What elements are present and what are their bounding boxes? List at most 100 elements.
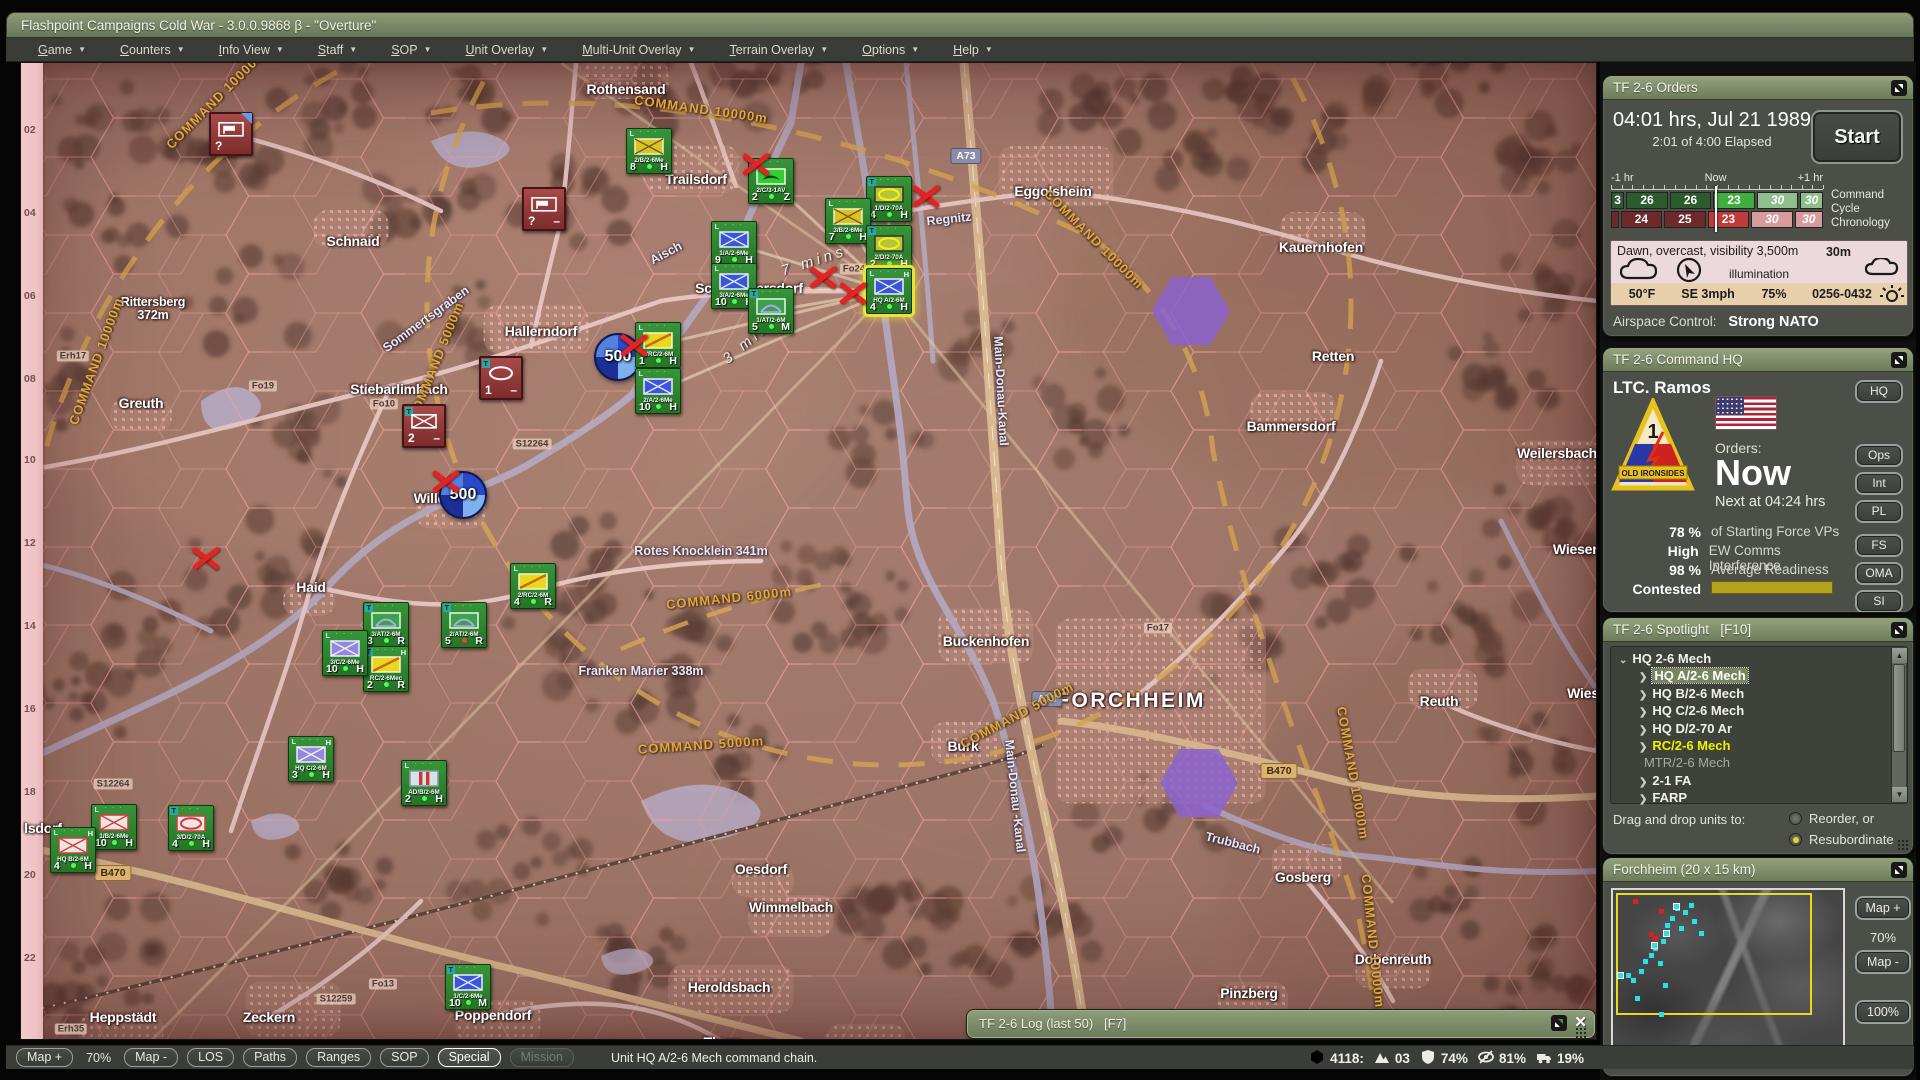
menu-item-options[interactable]: Options▼ [852, 41, 929, 59]
menu-item-counters[interactable]: Counters▼ [110, 41, 195, 59]
start-button[interactable]: Start [1811, 110, 1903, 164]
radio-icon[interactable] [1789, 812, 1802, 825]
tree-item-rc-2-6-mech[interactable]: ❯RC/2-6 Mech [1619, 737, 1907, 754]
los-button[interactable]: LOS [187, 1048, 234, 1067]
minimap-view-rectangle[interactable] [1616, 893, 1812, 1015]
log-panel[interactable]: TF 2-6 Log (last 50) [F7] ✕ [966, 1009, 1596, 1039]
panel-restore-icon[interactable] [1551, 1015, 1567, 1031]
sop-button[interactable]: SOP [380, 1048, 428, 1067]
resize-grip[interactable] [1575, 1027, 1587, 1039]
menu-item-multi-unit-overlay[interactable]: Multi-Unit Overlay▼ [572, 41, 705, 59]
spotlight-panel-header[interactable]: TF 2-6 Spotlight [F10] [1603, 618, 1913, 642]
hq-oma-button[interactable]: OMA [1855, 562, 1903, 585]
menu-item-staff[interactable]: Staff▼ [308, 41, 367, 59]
unit-counter-3-at-2-6m[interactable]: · · ·T3/AT/2-6M3R [363, 602, 409, 648]
unit-counter-3-c-2-6me[interactable]: · · ·L3/C/2-6Me10H [322, 630, 368, 676]
enemy-unit-counter[interactable]: T2– [402, 404, 446, 448]
unit-counter-ad-b-2-6m[interactable]: · · ·LAD/B/2-6M2H [401, 760, 447, 806]
orders-panel-header[interactable]: TF 2-6 Orders [1603, 76, 1913, 100]
map--button[interactable]: Map - [124, 1048, 178, 1067]
illumination-label: illumination [1729, 267, 1789, 281]
tree-chevron-icon[interactable]: ❯ [1639, 672, 1647, 683]
tree-chevron-icon[interactable]: ❯ [1639, 725, 1647, 736]
tree-chevron-icon[interactable]: ❯ [1639, 794, 1647, 805]
menu-item-game[interactable]: Game▼ [28, 41, 96, 59]
unit-counter-2-d-2-70a[interactable]: · · ·T2/D/2-70A2H [866, 225, 912, 271]
tree-chevron-icon[interactable]: ❯ [1639, 690, 1647, 701]
tree-item-hq-2-6-mech[interactable]: ⌄HQ 2-6 Mech [1619, 650, 1907, 667]
unit-counter-2-at-2-6m[interactable]: · · ·T2/AT/2-6M5R [441, 602, 487, 648]
minimap-enemy-dot [1649, 932, 1654, 937]
unit-counter-2-rc-2-6m[interactable]: · · ·L2/RC/2-6M4R [510, 563, 556, 609]
tree-chevron-icon[interactable]: ⌄ [1619, 655, 1627, 666]
scrollbar[interactable]: ▲ ▼ [1891, 648, 1906, 802]
hq-si-button[interactable]: SI [1855, 590, 1903, 613]
map-zoom-full-button[interactable]: 100% [1855, 1000, 1911, 1024]
panel-restore-icon[interactable] [1891, 862, 1907, 878]
menu-item-help[interactable]: Help▼ [943, 41, 1003, 59]
hq-ops-button[interactable]: Ops [1855, 444, 1903, 467]
tree-item-hq-c-2-6-mech[interactable]: ❯HQ C/2-6 Mech [1619, 702, 1907, 719]
map-overlay: RothensandTrailsdorfSchnaidEggolsheimKau… [21, 63, 1596, 1039]
map-viewport[interactable]: 0204060810121416182022 RothensandTrailsd… [20, 62, 1597, 1040]
tree-item-2-1-fa[interactable]: ❯2-1 FA [1619, 772, 1907, 789]
tree-chevron-icon[interactable]: ❯ [1639, 742, 1647, 753]
enemy-unit-counter[interactable]: T1– [479, 356, 523, 400]
menu-item-unit-overlay[interactable]: Unit Overlay▼ [456, 41, 559, 59]
enemy-cycle-cell: 30 [1751, 211, 1793, 228]
road-label: Fo19 [249, 381, 277, 392]
unit-counter-1-b-2-6me[interactable]: · · ·L1/B/2-6Me10H [91, 804, 137, 850]
unit-counter-2-a-2-6me[interactable]: · · ·L2/A/2-6Me10H [635, 368, 681, 414]
tree-item-hq-a-2-6-mech[interactable]: ❯HQ A/2-6 Mech [1619, 667, 1907, 684]
unit-counter-1-at-2-6m[interactable]: · · ·T1/AT/2-6M5M [748, 288, 794, 334]
radio-selected-icon[interactable] [1789, 833, 1802, 846]
tree-chevron-icon[interactable]: ❯ [1639, 707, 1647, 718]
map-zoom-in-button[interactable]: Map + [1855, 896, 1911, 920]
minimap[interactable] [1611, 888, 1845, 1068]
tree-item-hq-b-2-6-mech[interactable]: ❯HQ B/2-6 Mech [1619, 685, 1907, 702]
menu-item-info-view[interactable]: Info View▼ [209, 41, 294, 59]
unit-counter-1-c-2-6me[interactable]: · · ·T1/C/2-6Me10M [445, 964, 491, 1010]
paths-button[interactable]: Paths [243, 1048, 297, 1067]
place-label: Schnaid [326, 233, 379, 249]
menu-item-sop[interactable]: SOP▼ [381, 41, 441, 59]
tree-item-hq-d-2-70-ar[interactable]: ❯HQ D/2-70 Ar [1619, 720, 1907, 737]
special-button[interactable]: Special [438, 1048, 501, 1067]
minimap-panel-header[interactable]: Forchheim (20 x 15 km) [1603, 858, 1913, 882]
unit-counter-hq-c-2-6m[interactable]: · · ·LHHQ C/2-6M3H [288, 736, 334, 782]
unit-counter-1-a-2-6me[interactable]: · · ·L1/A/2-6Me9H [711, 221, 757, 267]
unit-counter-hq-b-2-6m[interactable]: · · ·LHHQ B/2-6M4H [50, 827, 96, 873]
unit-counter-1-d-2-70a[interactable]: · · ·T1/D/2-70A4H [866, 176, 912, 222]
enemy-unit-counter[interactable]: ? [209, 112, 253, 156]
radio-option[interactable]: Resubordinate [1789, 832, 1894, 847]
hq-pl-button[interactable]: PL [1855, 500, 1903, 523]
map-+-button[interactable]: Map + [16, 1048, 73, 1067]
scrollbar-thumb[interactable] [1893, 664, 1905, 752]
panel-restore-icon[interactable] [1891, 352, 1907, 368]
hq-int-button[interactable]: Int [1855, 472, 1903, 495]
scroll-down-icon[interactable]: ▼ [1892, 787, 1907, 802]
menu-item-terrain-overlay[interactable]: Terrain Overlay▼ [719, 41, 838, 59]
unit-counter-2-b-2-6me[interactable]: · · ·L2/B/2-6Me8H [626, 128, 672, 174]
hq-fs-button[interactable]: FS [1855, 534, 1903, 557]
tree-item-mtr-2-6-mech[interactable]: MTR/2-6 Mech [1619, 754, 1907, 771]
minimap-friendly-dot [1663, 983, 1668, 988]
map-zoom-out-button[interactable]: Map - [1855, 950, 1911, 974]
unit-counter-3-d-2-70a[interactable]: · · ·T3/D/2-70A4H [168, 805, 214, 851]
panel-restore-icon[interactable] [1891, 80, 1907, 96]
panel-restore-icon[interactable] [1891, 622, 1907, 638]
scroll-up-icon[interactable]: ▲ [1892, 648, 1907, 663]
command-range-label: COMMAND 10000m [633, 92, 768, 126]
unit-counter-rc-2-6mec[interactable]: · · ·THRC/2-6Mec2R [363, 646, 409, 692]
tree-item-farp[interactable]: ❯FARP [1619, 789, 1907, 806]
hq-hq-button[interactable]: HQ [1855, 380, 1903, 403]
ranges-button[interactable]: Ranges [306, 1048, 371, 1067]
enemy-posture: – [553, 214, 560, 228]
command-hq-panel-header[interactable]: TF 2-6 Command HQ [1603, 348, 1913, 372]
tree-chevron-icon[interactable]: ❯ [1639, 777, 1647, 788]
unit-counter-hq-a-2-6m[interactable]: · · ·LHHQ A/2-6M4H [866, 268, 912, 314]
enemy-unit-counter[interactable]: ?– [522, 187, 566, 231]
radio-option[interactable]: Reorder, or [1789, 811, 1874, 826]
resize-grip[interactable] [1897, 839, 1909, 851]
unit-counter-3-b-2-6me[interactable]: · · ·L3/B/2-6Me7H [825, 198, 871, 244]
